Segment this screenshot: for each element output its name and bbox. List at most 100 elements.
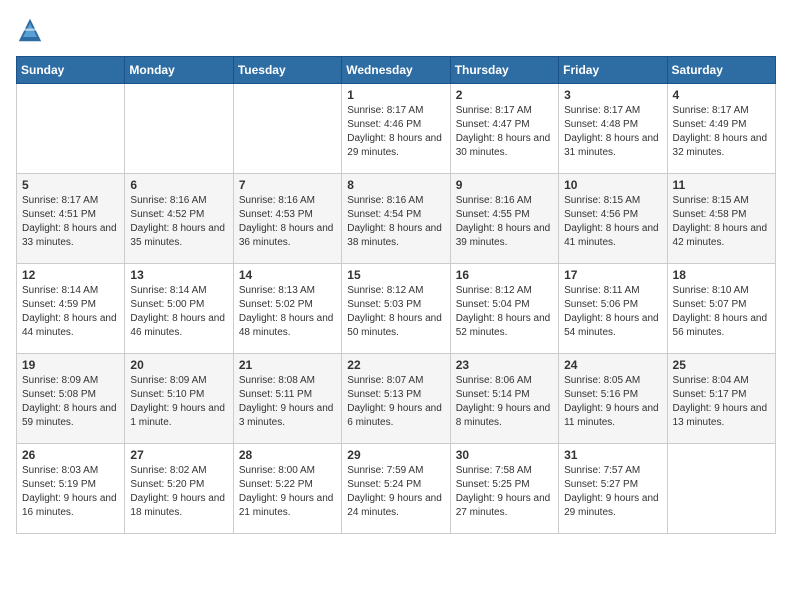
calendar-cell: 11 Sunrise: 8:15 AM Sunset: 4:58 PM Dayli… — [667, 174, 775, 264]
day-number: 11 — [673, 178, 770, 192]
page-header — [16, 16, 776, 44]
day-info: Sunrise: 8:05 AM Sunset: 5:16 PM Dayligh… — [564, 374, 661, 430]
calendar-cell — [233, 84, 341, 174]
calendar-cell: 20 Sunrise: 8:09 AM Sunset: 5:10 PM Dayli… — [125, 354, 233, 444]
day-info: Sunrise: 8:15 AM Sunset: 4:58 PM Dayligh… — [673, 194, 770, 250]
day-info: Sunrise: 8:15 AM Sunset: 4:56 PM Dayligh… — [564, 194, 661, 250]
day-info: Sunrise: 8:04 AM Sunset: 5:17 PM Dayligh… — [673, 374, 770, 430]
day-number: 31 — [564, 448, 661, 462]
calendar-cell: 6 Sunrise: 8:16 AM Sunset: 4:52 PM Daylig… — [125, 174, 233, 264]
calendar-cell: 30 Sunrise: 7:58 AM Sunset: 5:25 PM Dayli… — [450, 444, 558, 534]
day-info: Sunrise: 8:07 AM Sunset: 5:13 PM Dayligh… — [347, 374, 444, 430]
calendar-cell: 9Sunrise: 8:16 AM Sunset: 4:55 PM Daylig… — [450, 174, 558, 264]
day-info: Sunrise: 8:16 AM Sunset: 4:53 PM Dayligh… — [239, 194, 336, 250]
calendar-cell — [17, 84, 125, 174]
calendar-header: SundayMondayTuesdayWednesdayThursdayFrid… — [17, 57, 776, 84]
day-info: Sunrise: 8:10 AM Sunset: 5:07 PM Dayligh… — [673, 284, 770, 340]
calendar-cell: 22Sunrise: 8:07 AM Sunset: 5:13 PM Dayli… — [342, 354, 450, 444]
day-number: 6 — [130, 178, 227, 192]
weekday-header: Saturday — [667, 57, 775, 84]
calendar-cell: 8 Sunrise: 8:16 AM Sunset: 4:54 PM Daylig… — [342, 174, 450, 264]
day-number: 17 — [564, 268, 661, 282]
calendar-cell: 7 Sunrise: 8:16 AM Sunset: 4:53 PM Daylig… — [233, 174, 341, 264]
calendar-cell: 16Sunrise: 8:12 AM Sunset: 5:04 PM Dayli… — [450, 264, 558, 354]
weekday-header: Thursday — [450, 57, 558, 84]
day-info: Sunrise: 8:00 AM Sunset: 5:22 PM Dayligh… — [239, 464, 336, 520]
day-number: 16 — [456, 268, 553, 282]
calendar-cell: 3Sunrise: 8:17 AM Sunset: 4:48 PM Daylig… — [559, 84, 667, 174]
calendar-cell: 15 Sunrise: 8:12 AM Sunset: 5:03 PM Dayli… — [342, 264, 450, 354]
calendar-body: 1Sunrise: 8:17 AM Sunset: 4:46 PM Daylig… — [17, 84, 776, 534]
day-info: Sunrise: 8:16 AM Sunset: 4:55 PM Dayligh… — [456, 194, 553, 250]
day-info: Sunrise: 8:03 AM Sunset: 5:19 PM Dayligh… — [22, 464, 119, 520]
day-number: 20 — [130, 358, 227, 372]
calendar-cell: 10 Sunrise: 8:15 AM Sunset: 4:56 PM Dayli… — [559, 174, 667, 264]
day-number: 7 — [239, 178, 336, 192]
day-number: 10 — [564, 178, 661, 192]
day-number: 8 — [347, 178, 444, 192]
calendar-cell: 12Sunrise: 8:14 AM Sunset: 4:59 PM Dayli… — [17, 264, 125, 354]
calendar-cell: 14 Sunrise: 8:13 AM Sunset: 5:02 PM Dayli… — [233, 264, 341, 354]
day-info: Sunrise: 8:14 AM Sunset: 5:00 PM Dayligh… — [130, 284, 227, 340]
calendar-cell: 23 Sunrise: 8:06 AM Sunset: 5:14 PM Dayli… — [450, 354, 558, 444]
day-info: Sunrise: 8:08 AM Sunset: 5:11 PM Dayligh… — [239, 374, 336, 430]
calendar-week-row: 1Sunrise: 8:17 AM Sunset: 4:46 PM Daylig… — [17, 84, 776, 174]
day-info: Sunrise: 8:06 AM Sunset: 5:14 PM Dayligh… — [456, 374, 553, 430]
day-number: 5 — [22, 178, 119, 192]
day-info: Sunrise: 8:17 AM Sunset: 4:47 PM Dayligh… — [456, 104, 553, 160]
calendar-cell: 31 Sunrise: 7:57 AM Sunset: 5:27 PM Dayli… — [559, 444, 667, 534]
calendar-cell — [125, 84, 233, 174]
day-number: 25 — [673, 358, 770, 372]
weekday-row: SundayMondayTuesdayWednesdayThursdayFrid… — [17, 57, 776, 84]
day-info: Sunrise: 8:14 AM Sunset: 4:59 PM Dayligh… — [22, 284, 119, 340]
day-number: 18 — [673, 268, 770, 282]
day-info: Sunrise: 8:02 AM Sunset: 5:20 PM Dayligh… — [130, 464, 227, 520]
logo — [16, 16, 48, 44]
day-info: Sunrise: 8:12 AM Sunset: 5:03 PM Dayligh… — [347, 284, 444, 340]
calendar-cell: 28Sunrise: 8:00 AM Sunset: 5:22 PM Dayli… — [233, 444, 341, 534]
calendar-cell: 19Sunrise: 8:09 AM Sunset: 5:08 PM Dayli… — [17, 354, 125, 444]
day-number: 26 — [22, 448, 119, 462]
calendar-week-row: 19Sunrise: 8:09 AM Sunset: 5:08 PM Dayli… — [17, 354, 776, 444]
day-number: 27 — [130, 448, 227, 462]
day-number: 21 — [239, 358, 336, 372]
calendar-week-row: 5Sunrise: 8:17 AM Sunset: 4:51 PM Daylig… — [17, 174, 776, 264]
day-info: Sunrise: 8:11 AM Sunset: 5:06 PM Dayligh… — [564, 284, 661, 340]
day-info: Sunrise: 8:09 AM Sunset: 5:10 PM Dayligh… — [130, 374, 227, 430]
day-info: Sunrise: 8:17 AM Sunset: 4:48 PM Dayligh… — [564, 104, 661, 160]
day-number: 19 — [22, 358, 119, 372]
day-number: 13 — [130, 268, 227, 282]
calendar-cell: 4Sunrise: 8:17 AM Sunset: 4:49 PM Daylig… — [667, 84, 775, 174]
calendar-cell: 29 Sunrise: 7:59 AM Sunset: 5:24 PM Dayli… — [342, 444, 450, 534]
day-info: Sunrise: 8:16 AM Sunset: 4:52 PM Dayligh… — [130, 194, 227, 250]
calendar-cell: 21 Sunrise: 8:08 AM Sunset: 5:11 PM Dayli… — [233, 354, 341, 444]
weekday-header: Friday — [559, 57, 667, 84]
day-info: Sunrise: 7:57 AM Sunset: 5:27 PM Dayligh… — [564, 464, 661, 520]
day-info: Sunrise: 7:59 AM Sunset: 5:24 PM Dayligh… — [347, 464, 444, 520]
calendar-week-row: 26 Sunrise: 8:03 AM Sunset: 5:19 PM Dayli… — [17, 444, 776, 534]
day-number: 2 — [456, 88, 553, 102]
day-info: Sunrise: 8:17 AM Sunset: 4:49 PM Dayligh… — [673, 104, 770, 160]
calendar-table: SundayMondayTuesdayWednesdayThursdayFrid… — [16, 56, 776, 534]
calendar-cell: 25 Sunrise: 8:04 AM Sunset: 5:17 PM Dayli… — [667, 354, 775, 444]
calendar-cell: 24 Sunrise: 8:05 AM Sunset: 5:16 PM Dayli… — [559, 354, 667, 444]
day-info: Sunrise: 8:17 AM Sunset: 4:46 PM Dayligh… — [347, 104, 444, 160]
weekday-header: Wednesday — [342, 57, 450, 84]
calendar-cell: 5Sunrise: 8:17 AM Sunset: 4:51 PM Daylig… — [17, 174, 125, 264]
day-number: 14 — [239, 268, 336, 282]
day-info: Sunrise: 7:58 AM Sunset: 5:25 PM Dayligh… — [456, 464, 553, 520]
calendar-cell — [667, 444, 775, 534]
day-number: 15 — [347, 268, 444, 282]
day-info: Sunrise: 8:13 AM Sunset: 5:02 PM Dayligh… — [239, 284, 336, 340]
calendar-cell: 13 Sunrise: 8:14 AM Sunset: 5:00 PM Dayli… — [125, 264, 233, 354]
day-number: 29 — [347, 448, 444, 462]
calendar-cell: 17 Sunrise: 8:11 AM Sunset: 5:06 PM Dayli… — [559, 264, 667, 354]
day-info: Sunrise: 8:16 AM Sunset: 4:54 PM Dayligh… — [347, 194, 444, 250]
logo-icon — [16, 16, 44, 44]
weekday-header: Monday — [125, 57, 233, 84]
day-number: 23 — [456, 358, 553, 372]
calendar-cell: 27 Sunrise: 8:02 AM Sunset: 5:20 PM Dayli… — [125, 444, 233, 534]
calendar-cell: 1Sunrise: 8:17 AM Sunset: 4:46 PM Daylig… — [342, 84, 450, 174]
day-number: 30 — [456, 448, 553, 462]
day-number: 24 — [564, 358, 661, 372]
